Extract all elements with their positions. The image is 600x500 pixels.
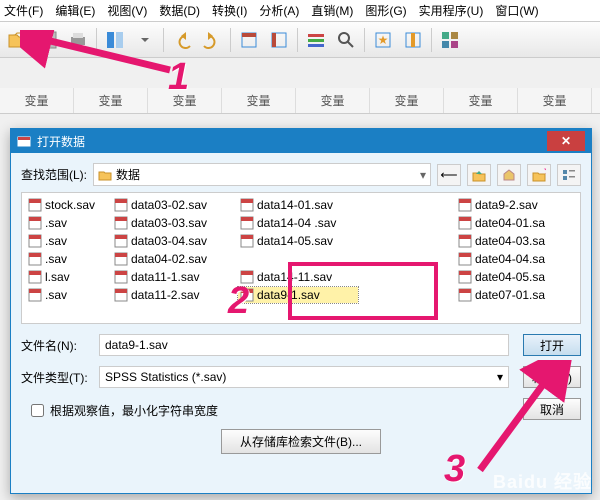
list-item[interactable]: data03-04.sav (112, 233, 232, 249)
list-item[interactable]: stock.sav (26, 197, 106, 213)
open-file-button[interactable] (4, 26, 32, 54)
menu-graph[interactable]: 图形(G) (365, 2, 406, 19)
find-button[interactable] (332, 26, 360, 54)
list-item[interactable]: date07-01.sa (456, 287, 576, 303)
undo-button[interactable] (168, 26, 196, 54)
goto-button[interactable] (235, 26, 263, 54)
list-item[interactable]: data14-11.sav (238, 269, 358, 285)
new-folder-button[interactable]: ★ (527, 164, 551, 186)
dialog-icon (17, 134, 31, 148)
up-button[interactable] (467, 164, 491, 186)
paste-button[interactable]: 粘贴(P) (523, 366, 581, 388)
checkbox-label: 根据观察值，最小化字符串宽度 (50, 402, 218, 419)
column-headers: 变量 变量 变量 变量 变量 变量 变量 变量 (0, 88, 600, 114)
svg-text:★: ★ (378, 33, 389, 47)
list-item[interactable]: data14-01.sav (238, 197, 358, 213)
list-item[interactable]: data11-2.sav (112, 287, 232, 303)
look-in-label: 查找范围(L): (21, 166, 87, 183)
redo-button[interactable] (198, 26, 226, 54)
list-item[interactable]: data14-05.sav (238, 233, 358, 249)
save-button[interactable] (34, 26, 62, 54)
list-item[interactable]: .sav (26, 215, 106, 231)
col-header[interactable]: 变量 (148, 88, 222, 113)
menu-util[interactable]: 实用程序(U) (419, 2, 484, 19)
dialog-title: 打开数据 (37, 133, 547, 150)
menu-analyze[interactable]: 分析(A) (259, 2, 299, 19)
list-item[interactable]: .sav (26, 233, 106, 249)
dropdown-icon[interactable] (131, 26, 159, 54)
goto2-button[interactable] (265, 26, 293, 54)
list-item[interactable]: date04-03.sa (456, 233, 576, 249)
split-button[interactable] (436, 26, 464, 54)
menu-file[interactable]: 文件(F) (4, 2, 43, 19)
col-header[interactable]: 变量 (370, 88, 444, 113)
list-item-selected[interactable]: data9-1.sav (238, 287, 358, 303)
variables-button[interactable] (302, 26, 330, 54)
minimize-width-checkbox[interactable] (31, 404, 44, 417)
chevron-down-icon: ▾ (420, 168, 426, 182)
look-in-dropdown[interactable]: 数据 ▾ (93, 163, 431, 186)
list-item[interactable]: data9-2.sav (456, 197, 576, 213)
dialog-titlebar: 打开数据 ✕ (11, 129, 591, 153)
col-header[interactable]: 变量 (0, 88, 74, 113)
filetype-dropdown[interactable]: SPSS Statistics (*.sav) ▾ (99, 366, 509, 388)
insert-case-button[interactable]: ★ (369, 26, 397, 54)
toolbar: ★ (0, 22, 600, 58)
list-item[interactable]: date04-05.sa (456, 269, 576, 285)
folder-icon (98, 169, 112, 181)
file-list[interactable]: stock.sav .sav .sav .sav l.sav .sav data… (21, 192, 581, 324)
filename-input[interactable] (99, 334, 509, 356)
chevron-down-icon: ▾ (497, 370, 503, 384)
menu-data[interactable]: 数据(D) (159, 2, 200, 19)
list-item[interactable]: .sav (26, 251, 106, 267)
menu-view[interactable]: 视图(V) (107, 2, 147, 19)
menu-edit[interactable]: 编辑(E) (55, 2, 95, 19)
menu-bar: 文件(F) 编辑(E) 视图(V) 数据(D) 转换(I) 分析(A) 直销(M… (0, 0, 600, 22)
col-header[interactable]: 变量 (222, 88, 296, 113)
list-item[interactable]: data14-04 .sav (238, 215, 358, 231)
view-menu-button[interactable] (557, 164, 581, 186)
col-header[interactable]: 变量 (296, 88, 370, 113)
cancel-button[interactable]: 取消 (523, 398, 581, 420)
svg-text:★: ★ (543, 168, 546, 177)
open-data-dialog: 打开数据 ✕ 查找范围(L): 数据 ▾ ⟵ ★ stock.sav .sav … (10, 128, 592, 494)
list-item[interactable]: date04-01.sa (456, 215, 576, 231)
filename-label: 文件名(N): (21, 337, 91, 354)
list-item[interactable]: .sav (26, 287, 106, 303)
menu-transform[interactable]: 转换(I) (212, 2, 247, 19)
open-button[interactable]: 打开 (523, 334, 581, 356)
list-item[interactable]: data03-03.sav (112, 215, 232, 231)
filetype-value: SPSS Statistics (*.sav) (105, 370, 226, 384)
retrieve-button[interactable]: 从存储库检索文件(B)... (221, 429, 381, 454)
list-item[interactable]: date04-04.sa (456, 251, 576, 267)
print-button[interactable] (64, 26, 92, 54)
back-button[interactable]: ⟵ (437, 164, 461, 186)
col-header[interactable]: 变量 (518, 88, 592, 113)
look-in-value: 数据 (116, 166, 140, 183)
list-item[interactable]: l.sav (26, 269, 106, 285)
filetype-label: 文件类型(T): (21, 369, 91, 386)
home-button[interactable] (497, 164, 521, 186)
list-item[interactable]: data04-02.sav (112, 251, 232, 267)
data-view-button[interactable] (101, 26, 129, 54)
col-header[interactable]: 变量 (74, 88, 148, 113)
menu-direct[interactable]: 直销(M) (311, 2, 353, 19)
menu-window[interactable]: 窗口(W) (495, 2, 538, 19)
close-button[interactable]: ✕ (547, 131, 585, 151)
list-item[interactable]: data03-02.sav (112, 197, 232, 213)
list-item[interactable]: data11-1.sav (112, 269, 232, 285)
col-header[interactable]: 变量 (444, 88, 518, 113)
insert-var-button[interactable] (399, 26, 427, 54)
